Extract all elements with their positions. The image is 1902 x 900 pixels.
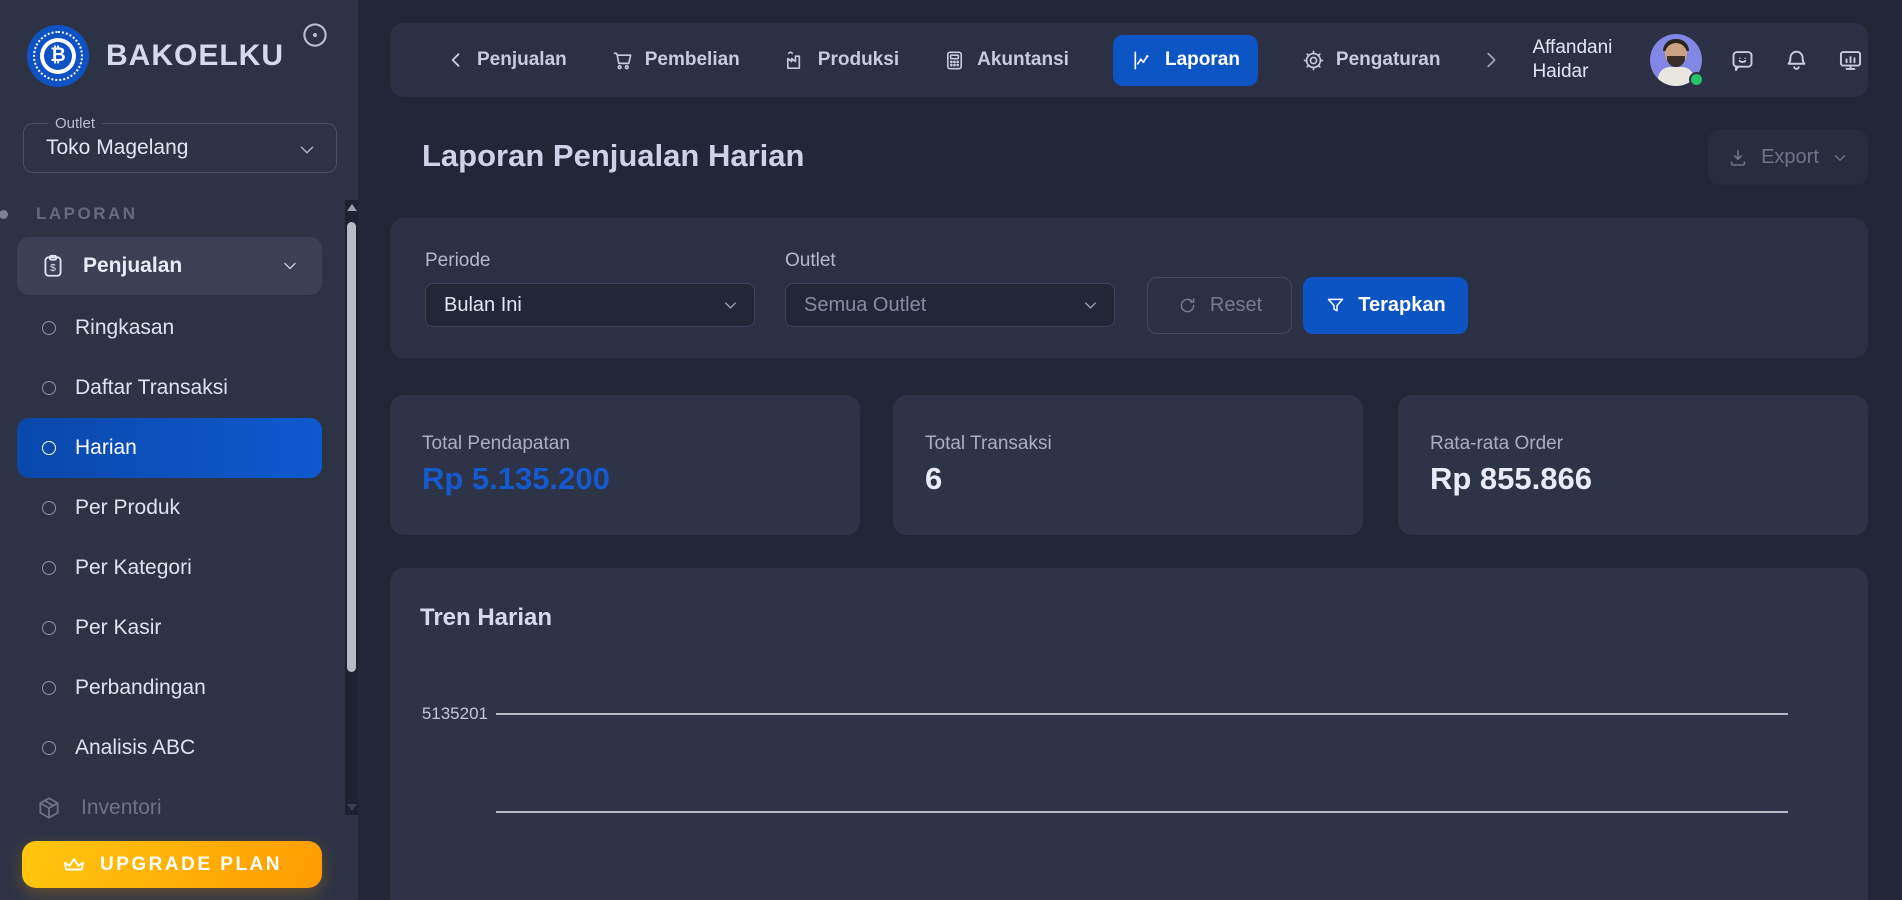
line-chart-icon [1131, 49, 1154, 72]
tab-pengaturan[interactable]: Pengaturan [1302, 49, 1441, 72]
chevron-down-icon [1831, 149, 1849, 167]
tab-produksi[interactable]: Produksi [784, 49, 899, 72]
stat-value: Rp 855.866 [1430, 461, 1592, 497]
chevron-down-icon [721, 296, 740, 315]
sidebar-scrollbar[interactable] [345, 200, 358, 815]
factory-icon [784, 49, 807, 72]
chevron-left-icon [446, 50, 466, 70]
tab-pembelian[interactable]: Pembelian [611, 49, 740, 72]
stat-card-rata-rata-order: Rata-rata Order Rp 855.866 [1398, 395, 1868, 535]
crown-icon [62, 853, 86, 877]
receipt-icon: $ [40, 253, 66, 279]
stat-label: Rata-rata Order [1430, 433, 1563, 455]
chevron-down-icon [280, 256, 300, 276]
chart-gridline [496, 713, 1788, 715]
outlet-select[interactable]: Semua Outlet [785, 283, 1115, 327]
sidebar-item-analisis-abc[interactable]: Analisis ABC [0, 718, 358, 778]
outlet-value: Toko Magelang [46, 136, 188, 160]
feedback-chat-icon[interactable] [1729, 47, 1756, 74]
sidebar-item-harian[interactable]: Harian [17, 418, 322, 478]
sidebar-collapse-icon[interactable] [300, 20, 330, 50]
page-title: Laporan Penjualan Harian [422, 138, 804, 174]
package-icon [36, 795, 62, 821]
section-bullet-icon [0, 210, 8, 219]
sidebar-item-per-kategori[interactable]: Per Kategori [0, 538, 358, 598]
brand: ₿ BAKOELKU [27, 24, 337, 88]
calculator-icon [943, 49, 966, 72]
radio-circle-icon [42, 741, 56, 755]
sidebar-item-inventori[interactable]: Inventori [0, 778, 358, 838]
upgrade-plan-button[interactable]: UPGRADE PLAN [22, 841, 322, 888]
refresh-icon [1177, 295, 1198, 316]
gear-icon [1302, 49, 1325, 72]
online-status-dot [1689, 72, 1704, 87]
sidebar: ₿ BAKOELKU Outlet Toko Magelang LAPORAN … [0, 0, 358, 900]
brand-name: BAKOELKU [106, 39, 284, 73]
user-name[interactable]: Affandani Haidar [1532, 36, 1612, 84]
notifications-bell-icon[interactable] [1783, 47, 1810, 74]
brand-logo-icon: ₿ [27, 25, 89, 87]
radio-circle-icon [42, 501, 56, 515]
dashboard-monitor-icon[interactable] [1837, 47, 1864, 74]
terapkan-label: Terapkan [1358, 294, 1445, 317]
export-label: Export [1761, 146, 1819, 169]
stat-card-total-transaksi: Total Transaksi 6 [893, 395, 1363, 535]
outlet-selector[interactable]: Outlet Toko Magelang [23, 123, 337, 173]
periode-value: Bulan Ini [444, 294, 522, 317]
stat-label: Total Pendapatan [422, 433, 570, 455]
filter-panel: Periode Bulan Ini Outlet Semua Outlet Re… [390, 218, 1868, 358]
sidebar-item-perbandingan[interactable]: Perbandingan [0, 658, 358, 718]
radio-circle-icon [42, 381, 56, 395]
tab-laporan[interactable]: Laporan [1113, 35, 1258, 86]
bitcoin-glyph-icon: ₿ [44, 42, 72, 70]
outlet-filter-value: Semua Outlet [804, 294, 926, 317]
upgrade-plan-label: UPGRADE PLAN [100, 854, 282, 876]
scroll-down-arrow[interactable] [345, 800, 358, 815]
radio-circle-icon [42, 681, 56, 695]
outlet-label: Outlet [48, 115, 102, 132]
outlet-filter-label: Outlet [785, 250, 836, 272]
daily-trend-chart-card: Tren Harian 5135201 [390, 568, 1868, 900]
periode-select[interactable]: Bulan Ini [425, 283, 755, 327]
stat-label: Total Transaksi [925, 433, 1052, 455]
stat-value: 6 [925, 461, 942, 497]
radio-circle-icon [42, 561, 56, 575]
cart-icon [611, 49, 634, 72]
scrollbar-thumb[interactable] [347, 222, 356, 672]
chart-gridline [496, 811, 1788, 813]
reset-button[interactable]: Reset [1147, 277, 1292, 334]
terapkan-button[interactable]: Terapkan [1303, 277, 1468, 334]
sidebar-item-penjualan[interactable]: $ Penjualan [17, 237, 322, 295]
periode-label: Periode [425, 250, 491, 272]
chevron-down-icon [296, 139, 318, 161]
chevron-down-icon [1081, 296, 1100, 315]
radio-circle-icon [42, 621, 56, 635]
scroll-up-arrow[interactable] [345, 200, 358, 215]
y-axis-tick-label: 5135201 [398, 704, 488, 724]
sidebar-section-laporan: LAPORAN [36, 204, 138, 224]
nav-scroll-right-icon[interactable] [1480, 49, 1502, 71]
export-button[interactable]: Export [1708, 130, 1868, 185]
chart-title: Tren Harian [420, 604, 552, 632]
svg-text:$: $ [50, 263, 56, 274]
tab-penjualan[interactable]: Penjualan [446, 49, 567, 71]
sidebar-item-per-produk[interactable]: Per Produk [0, 478, 358, 538]
avatar[interactable] [1650, 34, 1702, 86]
radio-circle-icon [42, 321, 56, 335]
download-icon [1727, 147, 1749, 169]
stat-card-total-pendapatan: Total Pendapatan Rp 5.135.200 [390, 395, 860, 535]
tab-akuntansi[interactable]: Akuntansi [943, 49, 1069, 72]
filter-funnel-icon [1325, 295, 1346, 316]
radio-circle-icon [42, 441, 56, 455]
sidebar-item-per-kasir[interactable]: Per Kasir [0, 598, 358, 658]
sidebar-item-daftar-transaksi[interactable]: Daftar Transaksi [0, 358, 358, 418]
reset-label: Reset [1210, 294, 1262, 317]
sidebar-item-ringkasan[interactable]: Ringkasan [0, 298, 358, 358]
stat-value: Rp 5.135.200 [422, 461, 610, 497]
sidebar-submenu: Ringkasan Daftar Transaksi Harian Per Pr… [0, 298, 358, 838]
top-navigation-bar: Penjualan Pembelian Produksi Akuntansi L… [390, 23, 1868, 97]
sidebar-item-label: Penjualan [83, 254, 182, 278]
